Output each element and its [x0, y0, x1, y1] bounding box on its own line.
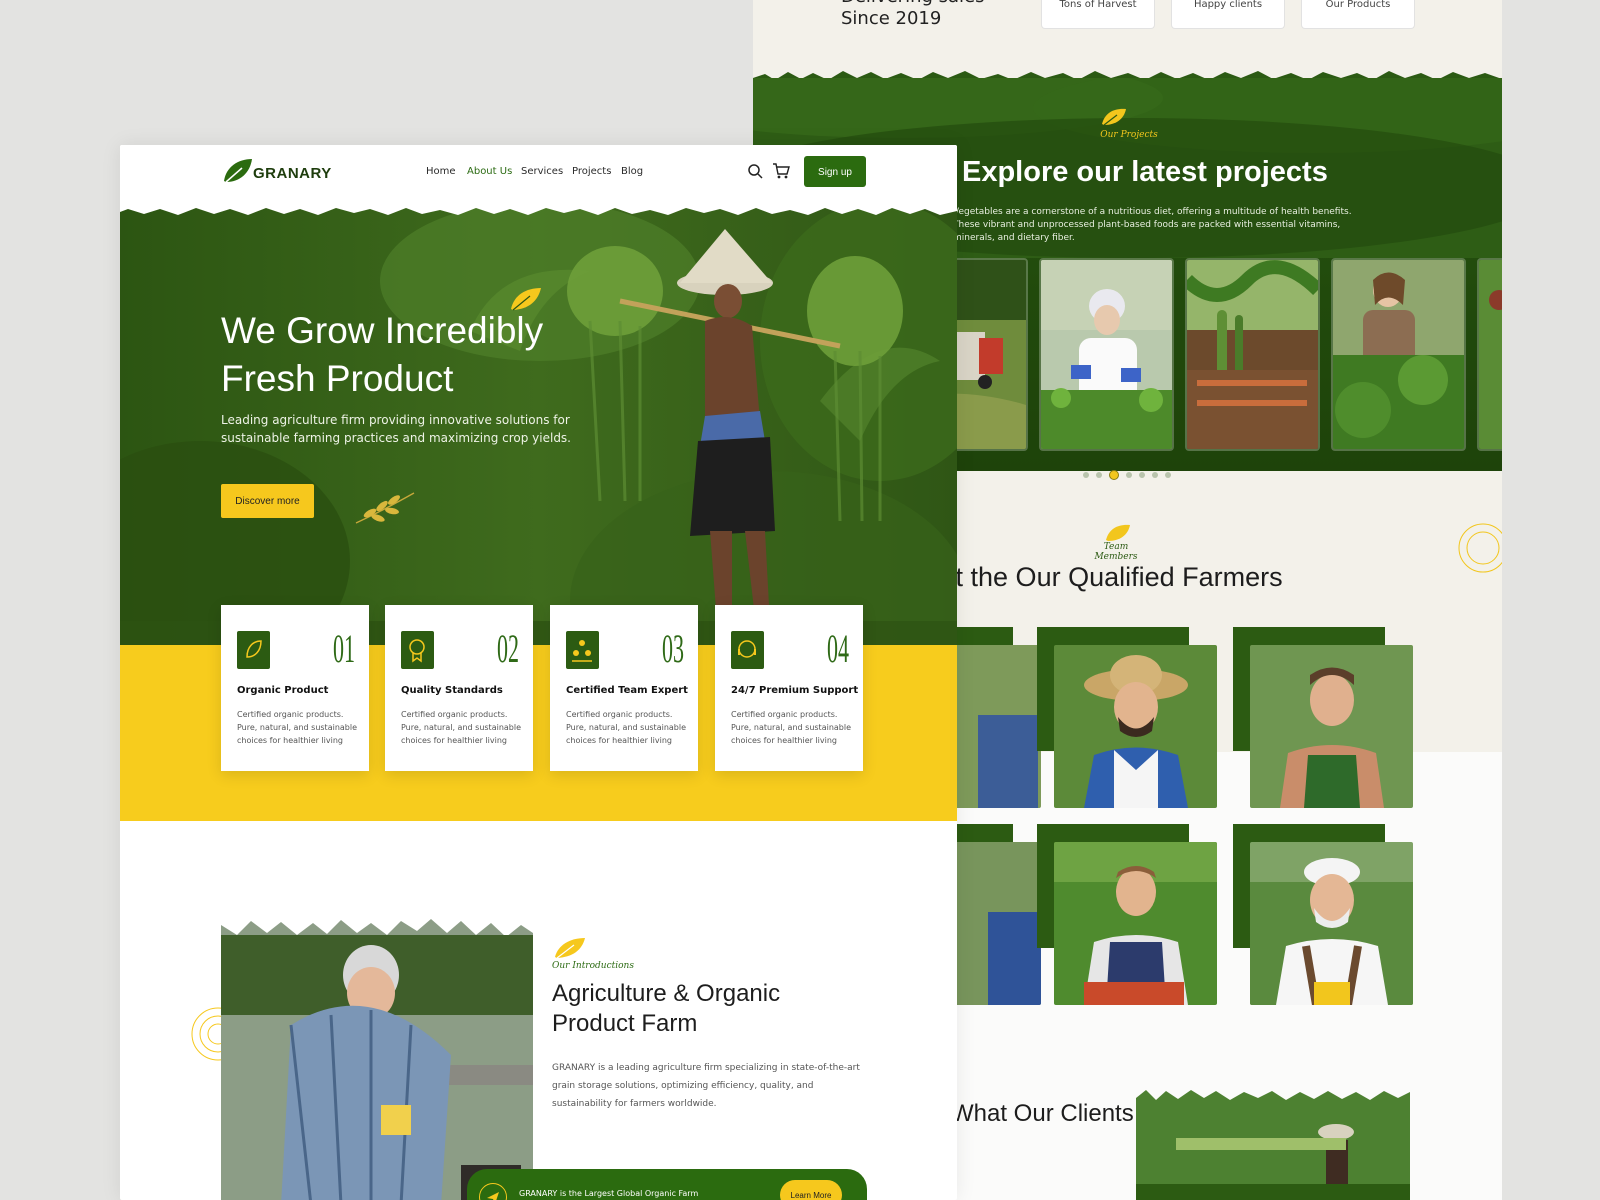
project-card-lab[interactable]	[1039, 258, 1174, 451]
team-icon	[566, 631, 599, 669]
branch-icon	[355, 492, 415, 524]
about-title: Agriculture & Organic Product Farm	[552, 980, 781, 1037]
nav-projects[interactable]: Projects	[572, 166, 611, 177]
slider-dot[interactable]	[1096, 471, 1102, 478]
project-photo-gardener	[1333, 260, 1464, 449]
farmer-card-plaid[interactable]	[1037, 824, 1234, 1020]
feature-title: Organic Product	[237, 685, 329, 696]
leaf-icon	[1106, 524, 1130, 541]
feature-card-team[interactable]: 03 Certified Team Expert Certified organ…	[550, 605, 698, 771]
nav-blog[interactable]: Blog	[621, 166, 643, 177]
slider-dot-active[interactable]	[1109, 469, 1119, 480]
feature-card-quality[interactable]: 02 Quality Standards Certified organic p…	[385, 605, 533, 771]
cta-bar-text: GRANARY is the Largest Global Organic Fa…	[519, 1189, 699, 1198]
front-page-preview: GRANARY Home About Us Services Projects …	[120, 145, 957, 1200]
feature-number: 03	[662, 626, 684, 671]
feature-title: 24/7 Premium Support	[731, 685, 859, 696]
stat-label: Tons of Harvest	[1059, 0, 1137, 10]
leaf-icon	[555, 938, 585, 959]
torn-edge-top	[120, 201, 957, 215]
slider-dots[interactable]	[1083, 464, 1178, 480]
project-photo-lab	[1041, 260, 1172, 449]
slider-dot[interactable]	[1165, 471, 1171, 478]
farmer-card-elder[interactable]	[1233, 824, 1430, 1020]
decorative-circles-icon	[1458, 523, 1502, 573]
farmer-card-straw-hat[interactable]	[1037, 627, 1234, 823]
project-photo-partial	[1479, 260, 1502, 449]
stat-label: Happy clients	[1193, 0, 1263, 10]
cart-icon[interactable]	[772, 162, 790, 180]
feature-text: Certified organic products. Pure, natura…	[237, 710, 358, 745]
granary-leaf-logo-icon[interactable]	[220, 157, 254, 185]
slider-dot[interactable]	[1139, 471, 1145, 478]
projects-description: Vegetables are a cornerstone of a nutrit…	[953, 207, 1352, 243]
farmer-photo	[1250, 645, 1413, 808]
farmer-photo	[1054, 842, 1217, 1005]
projects-eyebrow: Our Projects	[1100, 130, 1158, 140]
nav-about-us[interactable]: About Us	[467, 166, 512, 177]
project-photo-greenhouse	[1187, 260, 1318, 449]
projects-title: Explore our latest projects	[962, 156, 1328, 188]
project-card-greenhouse[interactable]	[1185, 258, 1320, 451]
farmer-card-apron[interactable]	[1233, 627, 1430, 823]
brand-logo-text[interactable]: GRANARY	[253, 165, 332, 182]
support-icon	[731, 631, 764, 669]
stat-label: Our Products	[1325, 0, 1391, 10]
organic-leaf-icon	[237, 631, 270, 669]
quality-badge-icon	[401, 631, 434, 669]
farmer-photo	[1250, 842, 1413, 1005]
search-icon[interactable]	[747, 163, 763, 179]
feature-text: Certified organic products. Pure, natura…	[566, 710, 687, 745]
team-title: Meet the Our Qualified Farmers	[903, 562, 1283, 592]
send-icon	[479, 1183, 507, 1200]
since-label: Delivering sales	[841, 0, 984, 8]
feature-title: Certified Team Expert	[566, 685, 688, 696]
stat-tons-harvest: Tons of Harvest	[1041, 0, 1155, 29]
about-photo	[221, 915, 533, 1200]
team-eyebrow: Team Members	[1094, 542, 1138, 562]
stat-our-products: Our Products	[1301, 0, 1415, 29]
cta-bar: GRANARY is the Largest Global Organic Fa…	[467, 1169, 867, 1200]
slider-dot[interactable]	[1152, 471, 1158, 478]
feature-text: Certified organic products. Pure, natura…	[401, 710, 522, 745]
nav-home[interactable]: Home	[426, 166, 456, 177]
about-text: GRANARY is a leading agriculture firm sp…	[552, 1063, 860, 1109]
farmer-photo	[1054, 645, 1217, 808]
feature-number: 01	[333, 626, 355, 671]
feature-text: Certified organic products. Pure, natura…	[731, 710, 852, 745]
discover-more-button[interactable]: Discover more	[221, 484, 314, 518]
feature-title: Quality Standards	[401, 685, 503, 696]
feature-card-organic[interactable]: 01 Organic Product Certified organic pro…	[221, 605, 369, 771]
about-eyebrow: Our Introductions	[552, 961, 634, 971]
learn-more-button[interactable]: Learn More	[780, 1180, 842, 1200]
since-year: Since 2019	[841, 8, 942, 29]
hero-title: We Grow Incredibly Fresh Product	[221, 310, 544, 399]
project-card-gardener[interactable]	[1331, 258, 1466, 451]
project-card-partial[interactable]	[1477, 258, 1502, 451]
feature-number: 02	[497, 626, 519, 671]
leaf-icon	[1102, 108, 1126, 126]
hero-subtitle: Leading agriculture firm providing innov…	[221, 413, 571, 445]
feature-card-support[interactable]: 04 24/7 Premium Support Certified organi…	[715, 605, 863, 771]
testimonials-photo	[1136, 1088, 1410, 1200]
slider-dot[interactable]	[1126, 471, 1132, 478]
nav-services[interactable]: Services	[521, 166, 563, 177]
signup-button[interactable]: Sign up	[804, 156, 866, 187]
stat-happy-clients: Happy clients	[1171, 0, 1285, 29]
slider-dot[interactable]	[1083, 471, 1089, 478]
feature-number: 04	[827, 626, 849, 671]
